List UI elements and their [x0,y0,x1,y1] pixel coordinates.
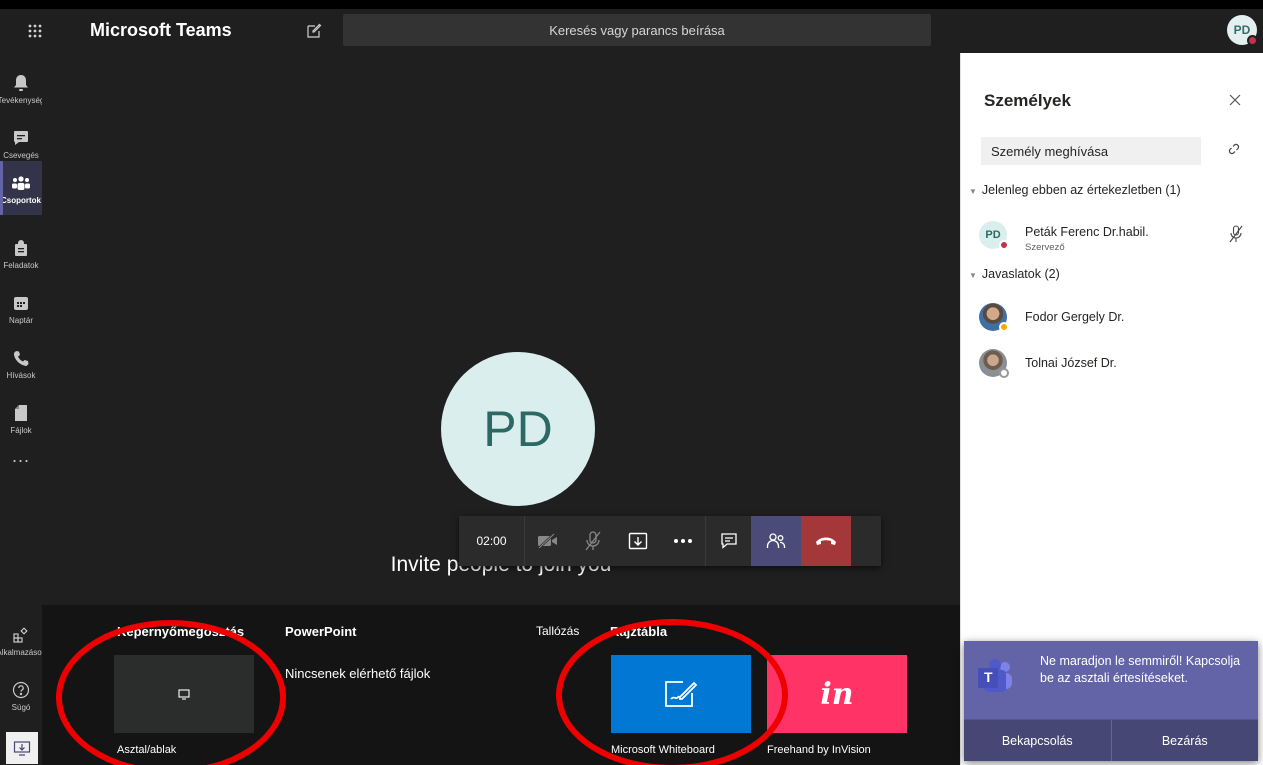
new-chat-icon[interactable] [300,17,328,45]
hang-up-icon[interactable] [801,516,851,566]
participants-icon[interactable] [751,516,801,566]
suggestions-section[interactable]: ▼ Javaslatok (2) [969,267,1060,281]
invision-logo-icon: in [820,676,854,712]
help-icon [12,679,30,701]
rail-item-files[interactable]: Fájlok [0,391,42,445]
window-top-strip [0,0,1263,9]
rail-label: Hívások [6,370,36,380]
suggestion-row[interactable]: Fodor Gergely Dr. [979,303,1259,337]
rail-label: Csoportok [1,195,41,205]
app-title: Microsoft Teams [90,20,232,40]
panel-title: Személyek [984,91,1071,110]
profile-avatar[interactable]: PD [1227,15,1258,46]
bell-icon [13,72,29,94]
calendar-icon [13,292,29,314]
rail-label: Fájlok [10,425,32,435]
powerpoint-heading: PowerPoint [285,624,357,639]
presence-offline-icon [999,368,1009,378]
browse-link[interactable]: Tallózás [536,624,579,638]
close-icon[interactable] [1229,90,1241,111]
copy-link-icon[interactable] [1226,141,1242,162]
teams-logo-letter: T [984,669,993,685]
phone-icon [13,347,29,369]
file-icon [14,402,28,424]
ms-whiteboard-tile[interactable] [611,655,751,733]
more-apps-icon[interactable]: ... [0,446,42,467]
search-placeholder: Keresés vagy parancs beírása [549,22,725,38]
rail-label: Tevékenység [0,95,45,105]
desktop-label: Asztal/ablak [117,744,177,756]
invite-person-input[interactable] [981,137,1201,165]
close-toast-button[interactable]: Bezárás [1110,720,1258,761]
suggestion-name: Fodor Gergely Dr. [1025,310,1125,324]
notification-toast: T Ne maradjon le semmiről! Kapcsolja be … [964,641,1258,761]
suggestion-row[interactable]: Tolnai József Dr. [979,349,1259,383]
rail-item-teams[interactable]: Csoportok [0,161,42,215]
rail-item-apps[interactable]: Alkalmazások [0,613,46,667]
rail-label: Naptár [8,315,33,325]
presence-busy-icon [999,240,1009,250]
caret-down-icon: ▼ [969,271,977,280]
apps-icon [13,624,29,646]
teams-icon [11,172,31,194]
mic-off-icon[interactable] [570,516,615,566]
chat-icon [13,127,29,149]
caret-down-icon: ▼ [969,187,977,196]
rail-item-help[interactable]: Súgó [0,668,42,722]
whiteboard-pen-icon [665,681,698,707]
whiteboard-heading: Rajztábla [610,624,668,639]
suggestion-name: Tolnai József Dr. [1025,356,1117,370]
download-app-icon[interactable] [6,732,38,764]
presence-away-icon [999,322,1009,332]
meeting-chat-icon[interactable] [706,516,751,566]
share-desktop-tile[interactable] [114,655,254,733]
call-controls: 02:00 [459,516,881,566]
rail-item-calls[interactable]: Hívások [0,336,42,390]
mic-muted-icon[interactable] [1229,225,1243,248]
presence-busy-icon [1247,35,1258,46]
share-tray-icon[interactable] [615,516,660,566]
invision-label: Freehand by InVision [767,744,871,756]
camera-off-icon[interactable] [525,516,570,566]
profile-initials: PD [1233,23,1251,37]
screen-share-heading: Képernyőmegosztás [117,624,245,639]
toast-actions: Bekapcsolás Bezárás [964,719,1258,761]
assignments-icon [14,237,28,259]
ms-whiteboard-label: Microsoft Whiteboard [611,744,715,756]
toast-message: Ne maradjon le semmiről! Kapcsolja be az… [1040,654,1241,685]
participant-role: Szervező [1025,242,1065,253]
rail-item-activity[interactable]: Tevékenység [0,61,45,115]
participant-name: Peták Ferenc Dr.habil. [1025,225,1149,239]
search-box[interactable]: Keresés vagy parancs beírása [343,14,931,46]
rail-label: Csevegés [3,150,39,160]
section-heading: Jelenleg ebben az értekezletben (1) [981,183,1181,197]
no-files-text: Nincsenek elérhető fájlok [285,666,431,681]
invision-tile[interactable]: in [767,655,907,733]
teams-logo-icon: T [976,659,1012,695]
section-heading: Javaslatok (2) [981,267,1060,281]
rail-label: Súgó [11,702,31,712]
rail-item-assignments[interactable]: Feladatok [0,226,42,280]
in-meeting-section[interactable]: ▼ Jelenleg ebben az értekezletben (1) [969,183,1181,197]
enable-notifications-button[interactable]: Bekapcsolás [964,720,1111,761]
rail-label: Alkalmazások [0,647,46,657]
app-launcher-icon[interactable] [0,9,70,53]
app-bar: Microsoft Teams Keresés vagy parancs beí… [0,9,1263,53]
rail-item-calendar[interactable]: Naptár [0,281,42,335]
rail-label: Feladatok [3,260,39,270]
participant-avatar: PD [441,352,595,506]
share-tray: Képernyőmegosztás PowerPoint Tallózás Ra… [42,605,960,765]
more-options-icon[interactable] [660,516,705,566]
call-timer: 02:00 [459,516,525,566]
participant-row[interactable]: PD Peták Ferenc Dr.habil. Szervező [979,221,1259,255]
monitor-icon [178,688,190,700]
